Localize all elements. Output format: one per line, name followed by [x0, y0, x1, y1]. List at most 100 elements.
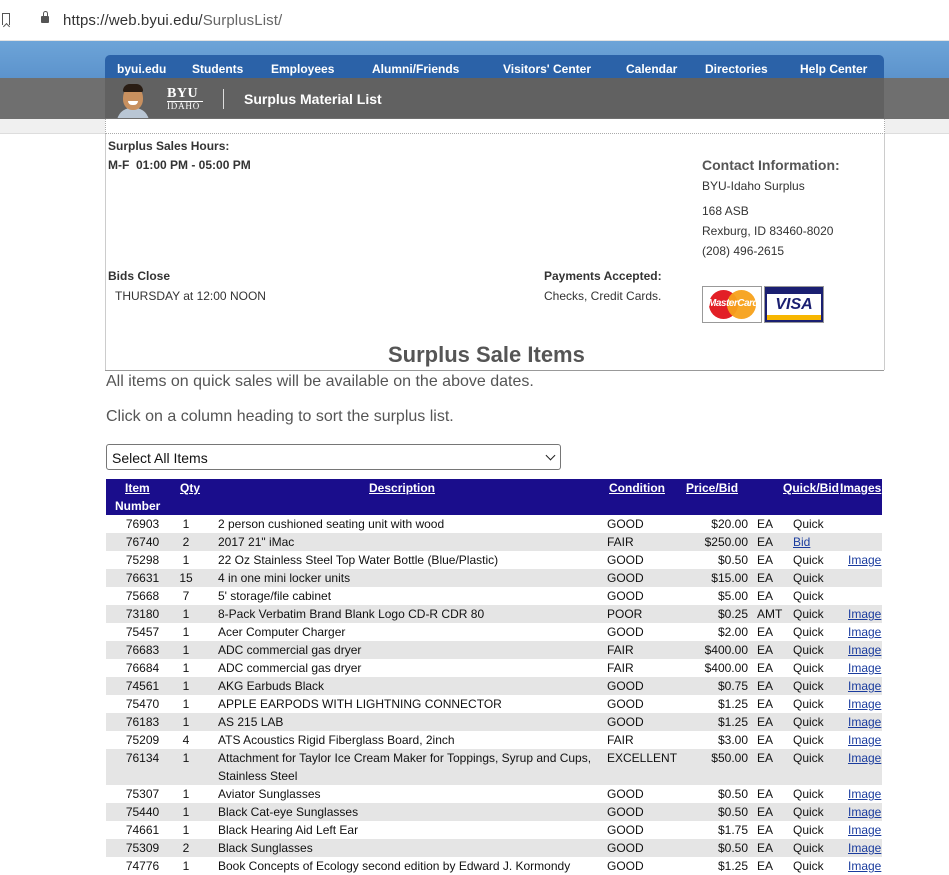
item-qty: 1 [182, 787, 190, 801]
nav-byui[interactable]: byui.edu [117, 62, 166, 76]
item-image-link[interactable]: Image [848, 625, 881, 639]
item-image-link[interactable]: Image [848, 841, 881, 855]
item-description: 2017 21" iMac [218, 535, 295, 549]
item-number: 76684 [125, 661, 160, 675]
table-row: 76631 15 4 in one mini locker units GOOD $15… [106, 569, 882, 587]
nav-directories[interactable]: Directories [705, 62, 768, 76]
item-quick-bid[interactable]: Bid [793, 535, 810, 549]
item-unit: EA [757, 661, 774, 675]
item-unit: EA [757, 859, 774, 873]
byu-logo[interactable]: BYU [167, 86, 198, 102]
nav-calendar[interactable]: Calendar [626, 62, 677, 76]
browser-address-bar: https://web.byui.edu/SurplusList/ [0, 0, 949, 41]
lock-icon [41, 11, 49, 23]
item-filter-select[interactable]: Select All Items [106, 444, 561, 470]
item-image-link[interactable]: Image [848, 661, 881, 675]
item-unit: EA [757, 805, 774, 819]
mastercard-label: MasterCard [707, 298, 759, 309]
col-item-number-line2[interactable]: Number [115, 499, 160, 513]
item-price: $0.50 [717, 805, 748, 819]
item-image-link[interactable]: Image [848, 715, 881, 729]
item-qty: 1 [182, 715, 190, 729]
nav-students[interactable]: Students [192, 62, 243, 76]
sub-strip-inner [105, 119, 885, 134]
item-unit: EA [757, 571, 774, 585]
item-unit: EA [757, 517, 774, 531]
col-price[interactable]: Price/Bid [686, 481, 738, 495]
item-description: 22 Oz Stainless Steel Top Water Bottle (… [218, 553, 499, 567]
item-image-link[interactable]: Image [848, 751, 881, 765]
contact-line: Rexburg, ID 83460-8020 [702, 224, 834, 238]
col-description[interactable]: Description [369, 481, 435, 495]
item-qty: 15 [179, 571, 193, 585]
table-row: 75298 1 22 Oz Stainless Steel Top Water Bo… [106, 551, 882, 569]
url-path: SurplusList/ [202, 12, 283, 29]
item-qty: 1 [182, 751, 190, 765]
item-condition: GOOD [607, 679, 644, 693]
col-item-number[interactable]: Item [125, 481, 150, 495]
item-quick-bid: Quick [793, 841, 824, 855]
item-image-link[interactable]: Image [848, 733, 881, 747]
item-number: 76134 [125, 751, 160, 765]
item-unit: EA [757, 733, 774, 747]
hours-value: M-F 01:00 PM - 05:00 PM [108, 158, 251, 172]
col-qty[interactable]: Qty [180, 481, 200, 495]
item-image-link[interactable]: Image [848, 823, 881, 837]
table-row: 74561 1 AKG Earbuds Black GOOD $0.75 EA Quick I… [106, 677, 882, 695]
item-price: $3.00 [717, 733, 748, 747]
item-qty: 1 [182, 517, 190, 531]
table-row: 76903 1 2 person cushioned seating unit wi… [106, 515, 882, 533]
item-qty: 1 [182, 859, 190, 873]
item-unit: EA [757, 841, 774, 855]
contact-line: 168 ASB [702, 204, 749, 218]
payments-label: Payments Accepted: [544, 269, 662, 283]
item-qty: 1 [182, 661, 190, 675]
item-unit: EA [757, 697, 774, 711]
item-condition: GOOD [607, 823, 644, 837]
header-divider [223, 89, 224, 109]
item-image-link[interactable]: Image [848, 787, 881, 801]
bookmark-icon[interactable] [2, 13, 10, 25]
nav-help-center[interactable]: Help Center [800, 62, 867, 76]
mastercard-logo: MasterCard [702, 286, 762, 323]
item-image-link[interactable]: Image [848, 643, 881, 657]
item-qty: 1 [182, 823, 190, 837]
table-row: 75307 1 Aviator Sunglasses GOOD $0.50 EA Quick… [106, 785, 882, 803]
item-unit: EA [757, 553, 774, 567]
item-qty: 1 [182, 679, 190, 693]
item-description: 8-Pack Verbatim Brand Blank Logo CD-R CD… [218, 607, 485, 621]
item-image-link[interactable]: Image [848, 697, 881, 711]
item-image-link[interactable]: Image [848, 805, 881, 819]
item-image-link[interactable]: Image [848, 859, 881, 873]
item-quick-bid: Quick [793, 679, 824, 693]
item-description: 4 in one mini locker units [218, 571, 351, 585]
nav-alumni[interactable]: Alumni/Friends [372, 62, 459, 76]
item-condition: GOOD [607, 625, 644, 639]
item-price: $2.00 [717, 625, 748, 639]
item-number: 75668 [125, 589, 160, 603]
nav-visitors[interactable]: Visitors' Center [503, 62, 591, 76]
item-number: 74776 [125, 859, 160, 873]
sort-note: Click on a column heading to sort the su… [106, 408, 454, 425]
nav-employees[interactable]: Employees [271, 62, 334, 76]
item-description: Aviator Sunglasses [218, 787, 321, 801]
col-images[interactable]: Images [840, 481, 881, 495]
item-condition: FAIR [607, 733, 634, 747]
table-row: 75440 1 Black Cat-eye Sunglasses GOOD $0.50 E… [106, 803, 882, 821]
item-number: 74661 [125, 823, 160, 837]
col-quick-bid[interactable]: Quick/Bid [783, 481, 839, 495]
item-image-link[interactable]: Image [848, 553, 881, 567]
item-condition: FAIR [607, 661, 634, 675]
url-field[interactable]: https://web.byui.edu/SurplusList/ [63, 12, 282, 29]
item-description: ADC commercial gas dryer [218, 661, 362, 675]
item-number: 76740 [125, 535, 160, 549]
item-image-link[interactable]: Image [848, 679, 881, 693]
item-description: ATS Acoustics Rigid Fiberglass Board, 2i… [218, 733, 455, 747]
item-unit: EA [757, 823, 774, 837]
col-condition[interactable]: Condition [609, 481, 665, 495]
item-image-link[interactable]: Image [848, 607, 881, 621]
table-row: 75470 1 APPLE EARPODS WITH LIGHTNING CONNE… [106, 695, 882, 713]
item-quick-bid: Quick [793, 625, 824, 639]
item-quick-bid: Quick [793, 751, 824, 765]
item-description: AKG Earbuds Black [218, 679, 325, 693]
